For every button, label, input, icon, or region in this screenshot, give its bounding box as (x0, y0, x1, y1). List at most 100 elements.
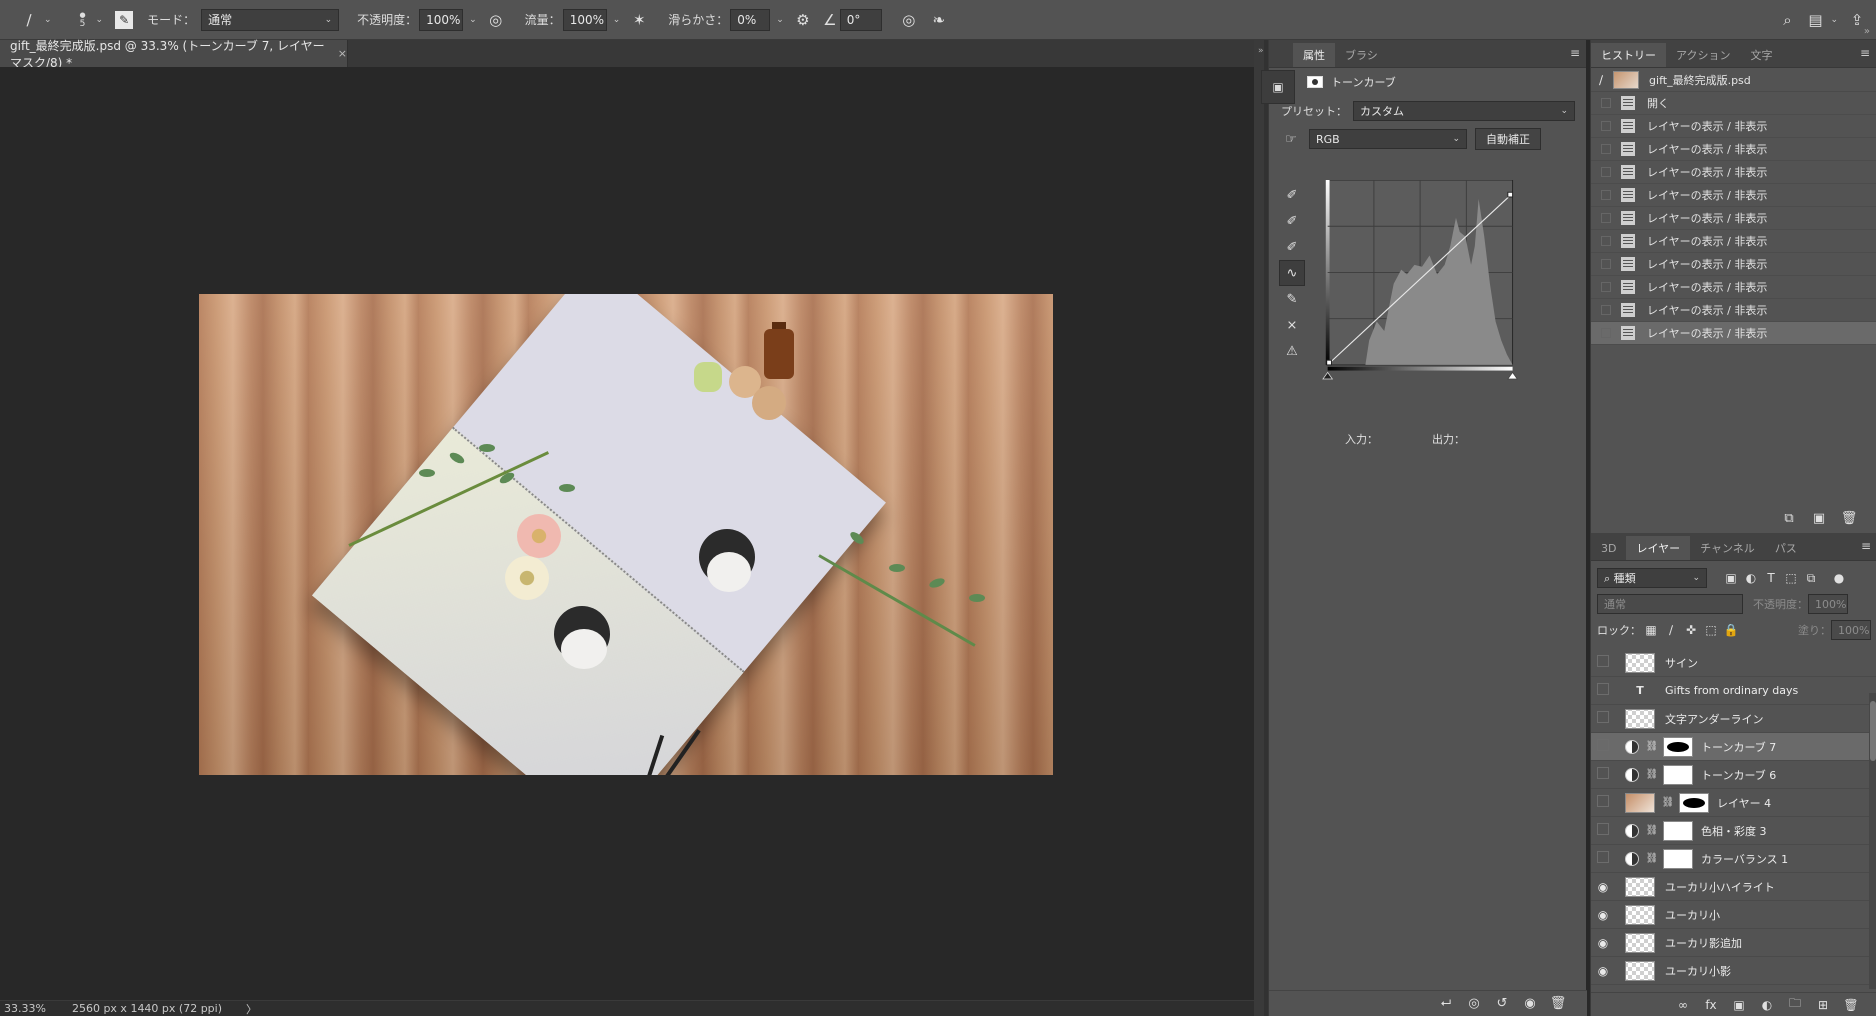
visibility-eye-icon[interactable] (1591, 851, 1615, 866)
view-previous-icon[interactable]: ◎ (1465, 993, 1483, 1015)
airbrush-icon[interactable]: ✶ (628, 9, 650, 31)
white-eyedropper-icon[interactable]: ✐ (1279, 234, 1305, 260)
curve-graph[interactable] (1322, 180, 1522, 380)
visibility-eye-icon[interactable] (1591, 655, 1615, 670)
workspace-chevron-icon[interactable]: ⌄ (1830, 15, 1838, 25)
fill-field[interactable]: 100% (1831, 620, 1871, 640)
visibility-eye-icon[interactable]: ◉ (1591, 908, 1615, 922)
auto-button[interactable]: 自動補正 (1475, 128, 1541, 150)
history-source-checkbox[interactable] (1601, 167, 1611, 177)
history-item[interactable]: レイヤーの表示 / 非表示 (1591, 138, 1876, 161)
layer-row[interactable]: 文字アンダーライン (1591, 705, 1876, 733)
link-chain-icon[interactable]: ⛓ (1645, 853, 1659, 864)
filter-adjustment-icon[interactable]: ◐ (1741, 568, 1761, 588)
layer-style-fx-icon[interactable]: fx (1703, 994, 1719, 1016)
pencil-draw-icon[interactable]: ✎ (1279, 286, 1305, 312)
filter-shape-icon[interactable]: ⬚ (1781, 568, 1801, 588)
history-brush-icon[interactable]: ∕ (1599, 73, 1603, 87)
visibility-eye-icon[interactable]: ◉ (1521, 993, 1539, 1015)
channel-dropdown[interactable]: RGB ⌄ (1309, 129, 1467, 149)
layer-filter-dropdown[interactable]: ⌕ 種類 ⌄ (1597, 568, 1707, 588)
tab-actions[interactable]: アクション (1666, 43, 1740, 67)
layer-mask-thumbnail[interactable] (1663, 736, 1693, 757)
layer-row[interactable]: T Gifts from ordinary days (1591, 677, 1876, 705)
clipping-warning-icon[interactable]: ⚠ (1279, 338, 1305, 364)
workspace-icon[interactable]: ▤ (1804, 9, 1826, 31)
history-item[interactable]: レイヤーの表示 / 非表示 (1591, 299, 1876, 322)
layer-row[interactable]: ⛓ トーンカーブ 6 (1591, 761, 1876, 789)
layer-mask-thumbnail[interactable] (1663, 848, 1693, 869)
layer-row[interactable]: ◉ ユーカリ小 (1591, 901, 1876, 929)
panel-icon-button[interactable]: ▣ (1261, 70, 1295, 104)
history-item[interactable]: 開く (1591, 92, 1876, 115)
history-source-checkbox[interactable] (1601, 98, 1611, 108)
tab-properties[interactable]: 属性 (1293, 43, 1335, 67)
tab-brush[interactable]: ブラシ (1335, 43, 1388, 67)
symmetry-butterfly-icon[interactable]: ❧ (928, 9, 950, 31)
curve-point-white[interactable] (1507, 191, 1514, 198)
canvas-area[interactable] (0, 67, 1254, 1000)
layer-row[interactable]: サイン (1591, 649, 1876, 677)
new-adjustment-layer-icon[interactable]: ◐ (1759, 994, 1775, 1016)
tool-preset-chevron-icon[interactable]: ⌄ (44, 15, 52, 25)
filter-pixel-icon[interactable]: ▣ (1721, 568, 1741, 588)
history-item[interactable]: レイヤーの表示 / 非表示 (1591, 161, 1876, 184)
layer-mask-thumbnail[interactable] (1663, 764, 1693, 785)
brush-picker-chevron-icon[interactable]: ⌄ (96, 15, 104, 25)
layers-scrollbar[interactable] (1869, 693, 1876, 989)
layer-mask-thumbnail[interactable] (1679, 792, 1709, 813)
brush-dot-icon[interactable]: ● (79, 11, 85, 19)
lock-artboard-icon[interactable]: ⬚ (1701, 620, 1721, 640)
layer-row[interactable]: ⛓ 色相・彩度 3 (1591, 817, 1876, 845)
history-source-checkbox[interactable] (1601, 282, 1611, 292)
link-chain-icon[interactable]: ⛓ (1645, 769, 1659, 780)
new-layer-icon[interactable]: ⊞ (1815, 994, 1831, 1016)
history-item[interactable]: レイヤーの表示 / 非表示 (1591, 184, 1876, 207)
visibility-eye-icon[interactable] (1591, 739, 1615, 754)
trash-icon[interactable]: 🗑 (1841, 507, 1858, 529)
new-group-folder-icon[interactable]: 🗀 (1787, 994, 1803, 1016)
preset-dropdown[interactable]: カスタム ⌄ (1353, 101, 1575, 121)
lock-position-icon[interactable]: ✜ (1681, 620, 1701, 640)
reset-icon[interactable]: ↺ (1493, 993, 1511, 1015)
visibility-eye-icon[interactable]: ◉ (1591, 936, 1615, 950)
pressure-size-icon[interactable]: ◎ (898, 9, 920, 31)
collapse-arrows-icon[interactable]: » (1258, 46, 1264, 56)
tab-character[interactable]: 文字 (1740, 43, 1782, 67)
layer-opacity-field[interactable]: 100% (1808, 594, 1848, 614)
lock-transparent-icon[interactable]: ▦ (1641, 620, 1661, 640)
visibility-eye-icon[interactable]: ◉ (1591, 880, 1615, 894)
filter-text-icon[interactable]: T (1761, 568, 1781, 588)
history-source-checkbox[interactable] (1601, 190, 1611, 200)
history-item[interactable]: レイヤーの表示 / 非表示 (1591, 207, 1876, 230)
link-layers-icon[interactable]: ∞ (1675, 994, 1691, 1016)
visibility-eye-icon[interactable] (1591, 711, 1615, 726)
smoothing-chevron-icon[interactable]: ⌄ (776, 15, 784, 25)
visibility-eye-icon[interactable]: ◉ (1591, 964, 1615, 978)
visibility-eye-icon[interactable] (1591, 823, 1615, 838)
lock-image-icon[interactable]: ∕ (1661, 620, 1681, 640)
visibility-eye-icon[interactable] (1591, 795, 1615, 810)
flow-field[interactable]: 100% (562, 8, 607, 31)
angle-field[interactable]: 0° (839, 8, 882, 31)
tab-history[interactable]: ヒストリー (1591, 43, 1666, 67)
history-item[interactable]: レイヤーの表示 / 非表示 (1591, 230, 1876, 253)
history-source-checkbox[interactable] (1601, 213, 1611, 223)
close-tab-icon[interactable]: × (338, 47, 347, 60)
visibility-eye-icon[interactable] (1591, 767, 1615, 782)
brush-settings-icon[interactable]: ✎ (115, 10, 134, 29)
curve-point-black[interactable] (1326, 359, 1332, 366)
history-source-checkbox[interactable] (1601, 305, 1611, 315)
tab-paths[interactable]: パス (1765, 536, 1807, 560)
zoom-level[interactable]: 33.33% (4, 1002, 46, 1015)
canvas-scrollbar[interactable] (1254, 40, 1264, 1016)
layer-row[interactable]: ◉ ユーカリ小ハイライト (1591, 873, 1876, 901)
link-chain-icon[interactable]: ⛓ (1645, 825, 1659, 836)
smooth-curve-icon[interactable]: ⨯ (1279, 312, 1305, 338)
tab-channels[interactable]: チャンネル (1690, 536, 1765, 560)
trash-icon[interactable]: 🗑 (1843, 994, 1859, 1016)
white-point-slider[interactable] (1507, 371, 1519, 380)
brush-tool-icon[interactable]: ∕ (18, 9, 40, 31)
flow-chevron-icon[interactable]: ⌄ (613, 15, 621, 25)
clip-to-layer-icon[interactable]: ⮠ (1437, 993, 1455, 1015)
